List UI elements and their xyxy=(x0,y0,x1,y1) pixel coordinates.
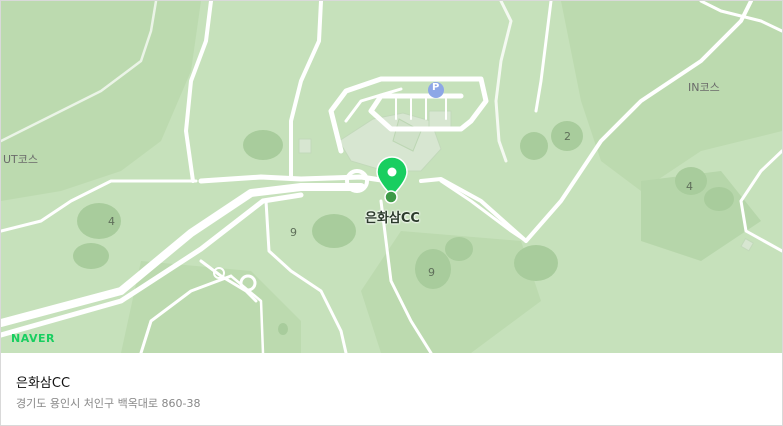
hole-label: 4 xyxy=(108,215,115,228)
place-info-panel[interactable]: 은화삼CC 경기도 용인시 처인구 백옥대로 860-38 xyxy=(1,353,782,425)
hole-label: 9 xyxy=(290,226,297,239)
parking-label: P xyxy=(432,82,440,93)
map-card[interactable]: P IN코스 UT코스 2 4 4 9 9 은화삼CC NAVER 은화삼CC … xyxy=(0,0,783,426)
hole-label: 2 xyxy=(564,130,571,143)
place-address: 경기도 용인시 처인구 백옥대로 860-38 xyxy=(16,397,201,410)
hole-label: 9 xyxy=(428,266,435,279)
naver-logo[interactable]: NAVER xyxy=(11,332,55,345)
hole-label: 4 xyxy=(686,180,693,193)
course-label-out: UT코스 xyxy=(3,153,39,166)
course-label-in: IN코스 xyxy=(688,81,720,94)
map-view[interactable]: P IN코스 UT코스 2 4 4 9 9 은화삼CC NAVER xyxy=(1,1,782,353)
place-title[interactable]: 은화삼CC xyxy=(16,372,70,391)
place-marker-label[interactable]: 은화삼CC xyxy=(365,207,420,226)
map-canvas xyxy=(1,1,782,353)
